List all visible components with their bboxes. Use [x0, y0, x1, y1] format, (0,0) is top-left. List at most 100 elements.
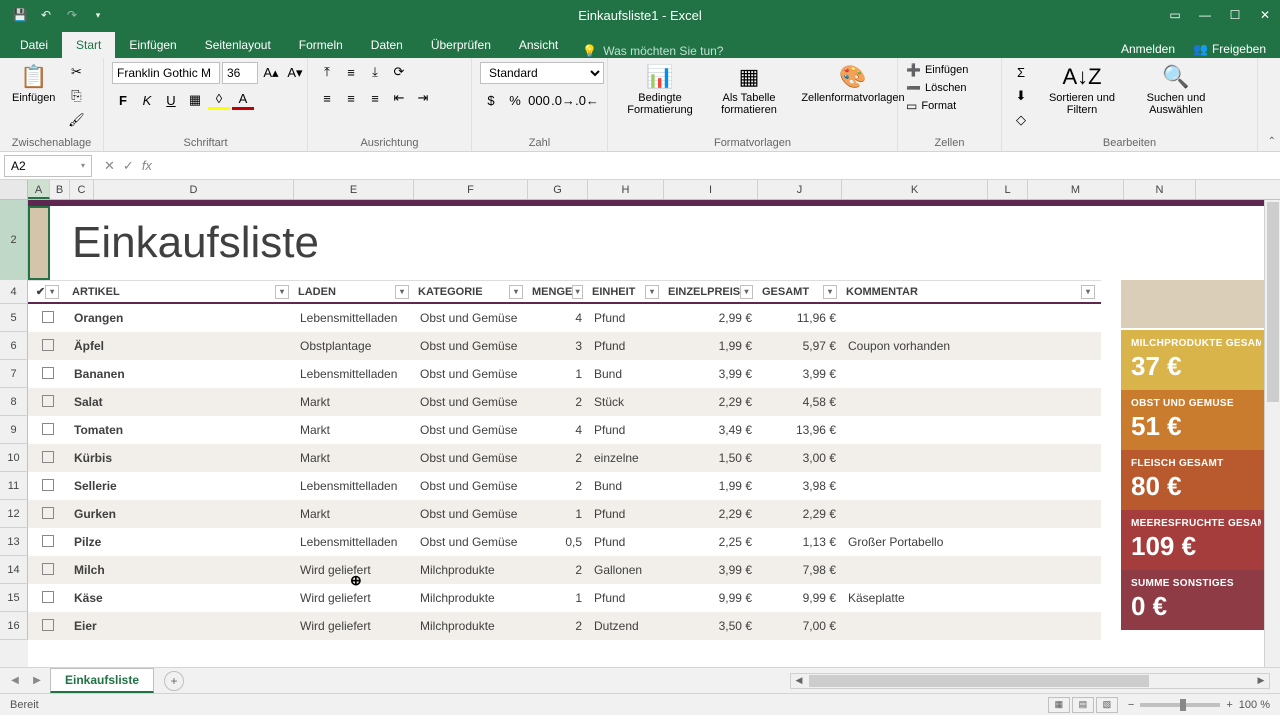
horizontal-scrollbar[interactable]: ◀ ▶	[790, 673, 1270, 689]
cell-einheit[interactable]: Pfund	[588, 591, 664, 605]
table-row[interactable]: EierWird geliefertMilchprodukte2Dutzend3…	[28, 612, 1101, 640]
cell-gesamt[interactable]: 4,58 €	[758, 395, 842, 409]
cell-artikel[interactable]: Orangen	[68, 311, 294, 325]
font-size-select[interactable]	[222, 62, 258, 84]
undo-icon[interactable]: ↶	[34, 3, 58, 27]
tab-home[interactable]: Start	[62, 32, 115, 58]
cell-einheit[interactable]: Pfund	[588, 507, 664, 521]
zoom-out-icon[interactable]: −	[1128, 699, 1134, 711]
cell-einheit[interactable]: Bund	[588, 367, 664, 381]
table-row[interactable]: SellerieLebensmittelladenObst und Gemüse…	[28, 472, 1101, 500]
cell-laden[interactable]: Lebensmittelladen	[294, 479, 414, 493]
cell-artikel[interactable]: Kürbis	[68, 451, 294, 465]
cell-gesamt[interactable]: 5,97 €	[758, 339, 842, 353]
cell-gesamt[interactable]: 3,98 €	[758, 479, 842, 493]
table-row[interactable]: KürbisMarktObst und Gemüse2einzelne1,50 …	[28, 444, 1101, 472]
sheet[interactable]: Einkaufsliste ✔▾ ARTIKEL▾ LADEN▾ KATEGOR…	[28, 200, 1280, 667]
cell-preis[interactable]: 2,99 €	[664, 311, 758, 325]
checkbox[interactable]	[42, 311, 54, 323]
row-header[interactable]: 7	[0, 360, 28, 388]
conditional-formatting-button[interactable]: 📊Bedingte Formatierung	[616, 62, 704, 118]
cell-menge[interactable]: 2	[528, 395, 588, 409]
table-row[interactable]: SalatMarktObst und Gemüse2Stück2,29 €4,5…	[28, 388, 1101, 416]
cell-gesamt[interactable]: 9,99 €	[758, 591, 842, 605]
cell-preis[interactable]: 1,50 €	[664, 451, 758, 465]
tab-insert[interactable]: Einfügen	[115, 32, 190, 58]
copy-icon[interactable]: ⎘	[65, 86, 87, 106]
currency-icon[interactable]: $	[480, 90, 502, 110]
column-header[interactable]: A	[28, 180, 50, 199]
table-row[interactable]: OrangenLebensmittelladenObst und Gemüse4…	[28, 304, 1101, 332]
tab-data[interactable]: Daten	[357, 32, 417, 58]
clear-icon[interactable]: ◇	[1010, 110, 1032, 130]
row-header[interactable]: 14	[0, 556, 28, 584]
cell-menge[interactable]: 4	[528, 423, 588, 437]
cell-kategorie[interactable]: Obst und Gemüse	[414, 395, 528, 409]
column-header[interactable]: I	[664, 180, 758, 199]
sheet-tab[interactable]: Einkaufsliste	[50, 668, 154, 693]
cell-artikel[interactable]: Äpfel	[68, 339, 294, 353]
scroll-thumb[interactable]	[809, 675, 1149, 687]
cell-kategorie[interactable]: Obst und Gemüse	[414, 451, 528, 465]
cell-preis[interactable]: 3,99 €	[664, 563, 758, 577]
cell-einheit[interactable]: Pfund	[588, 311, 664, 325]
cell-artikel[interactable]: Gurken	[68, 507, 294, 521]
row-header[interactable]: 5	[0, 304, 28, 332]
page-layout-icon[interactable]: ▤	[1072, 697, 1094, 713]
cell-gesamt[interactable]: 2,29 €	[758, 507, 842, 521]
table-row[interactable]: GurkenMarktObst und Gemüse1Pfund2,29 €2,…	[28, 500, 1101, 528]
enter-formula-icon[interactable]: ✓	[123, 158, 134, 174]
row-header[interactable]: 10	[0, 444, 28, 472]
zoom-slider[interactable]	[1140, 703, 1220, 707]
cell-kategorie[interactable]: Obst und Gemüse	[414, 311, 528, 325]
checkbox[interactable]	[42, 563, 54, 575]
align-center-icon[interactable]: ≡	[340, 88, 362, 108]
cell-menge[interactable]: 1	[528, 367, 588, 381]
cell-artikel[interactable]: Tomaten	[68, 423, 294, 437]
cell-menge[interactable]: 0,5	[528, 535, 588, 549]
column-header[interactable]: F	[414, 180, 528, 199]
cell-preis[interactable]: 3,49 €	[664, 423, 758, 437]
decrease-decimal-icon[interactable]: .0←	[576, 90, 598, 110]
cell-preis[interactable]: 1,99 €	[664, 339, 758, 353]
row-header[interactable]: 16	[0, 612, 28, 640]
align-middle-icon[interactable]: ≡	[340, 62, 362, 82]
column-header[interactable]: K	[842, 180, 988, 199]
cell-kategorie[interactable]: Milchprodukte	[414, 591, 528, 605]
cell-laden[interactable]: Markt	[294, 507, 414, 521]
cell-laden[interactable]: Markt	[294, 451, 414, 465]
add-sheet-button[interactable]: +	[164, 671, 184, 691]
share-button[interactable]: 👥 Freigeben	[1185, 40, 1274, 58]
italic-button[interactable]: K	[136, 90, 158, 110]
scroll-right-icon[interactable]: ▶	[1253, 675, 1269, 686]
cell-artikel[interactable]: Pilze	[68, 535, 294, 549]
filter-icon[interactable]: ▾	[740, 285, 753, 299]
filter-icon[interactable]: ▾	[275, 285, 289, 299]
table-row[interactable]: MilchWird geliefertMilchprodukte2Gallone…	[28, 556, 1101, 584]
select-all-button[interactable]	[0, 180, 28, 199]
checkbox[interactable]	[42, 367, 54, 379]
cell-gesamt[interactable]: 11,96 €	[758, 311, 842, 325]
column-header[interactable]: C	[70, 180, 94, 199]
filter-icon[interactable]: ▾	[395, 285, 409, 299]
signin-link[interactable]: Anmelden	[1121, 42, 1175, 56]
tab-formulas[interactable]: Formeln	[285, 32, 357, 58]
underline-button[interactable]: U	[160, 90, 182, 110]
insert-cells-button[interactable]: ➕Einfügen	[906, 62, 968, 78]
cell-menge[interactable]: 1	[528, 507, 588, 521]
cell-gesamt[interactable]: 3,99 €	[758, 367, 842, 381]
delete-cells-button[interactable]: ➖Löschen	[906, 80, 967, 96]
maximize-icon[interactable]: ☐	[1220, 0, 1250, 30]
table-row[interactable]: BananenLebensmittelladenObst und Gemüse1…	[28, 360, 1101, 388]
cell-menge[interactable]: 2	[528, 479, 588, 493]
checkbox[interactable]	[42, 507, 54, 519]
checkbox[interactable]	[42, 339, 54, 351]
cell-kategorie[interactable]: Obst und Gemüse	[414, 339, 528, 353]
row-header[interactable]: 2	[0, 200, 28, 280]
cell-kommentar[interactable]: Käseplatte	[842, 591, 1100, 605]
bold-button[interactable]: F	[112, 90, 134, 110]
ribbon-options-icon[interactable]: ▭	[1160, 0, 1190, 30]
cell-menge[interactable]: 2	[528, 563, 588, 577]
column-header[interactable]: N	[1124, 180, 1196, 199]
cell-artikel[interactable]: Salat	[68, 395, 294, 409]
